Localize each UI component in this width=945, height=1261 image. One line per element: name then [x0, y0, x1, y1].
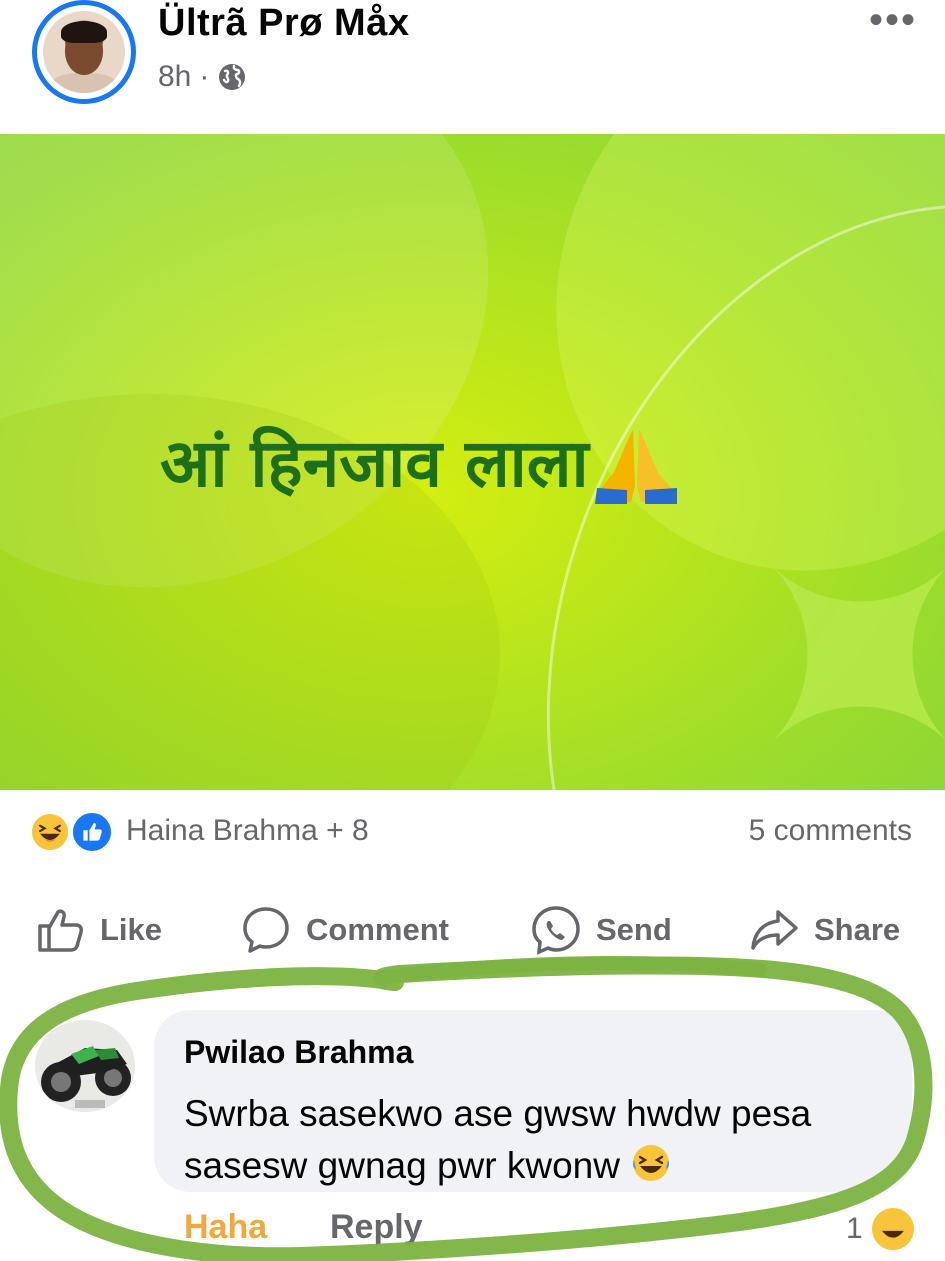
comment-button[interactable]: Comment [240, 904, 449, 956]
post-header: Ültrã Prø Måx 8h · ••• [0, 0, 945, 134]
comment-bubble[interactable]: Pwilao Brahma Swrba sasekwo ase gwsw hwd… [154, 1010, 912, 1192]
comment-item: Pwilao Brahma Swrba sasekwo ase gwsw hwd… [0, 1000, 945, 1261]
share-button[interactable]: Share [748, 904, 900, 956]
more-options-icon[interactable]: ••• [869, 0, 917, 40]
motorcycle-photo [35, 1020, 135, 1112]
globe-icon [219, 64, 246, 90]
post-actions: Like Comment Send Share [0, 890, 945, 974]
haha-reaction-link[interactable]: Haha [184, 1208, 267, 1247]
meta-separator: · [199, 60, 210, 93]
reaction-bar: Haina Brahma + 8 5 comments [0, 790, 945, 874]
commenter-name[interactable]: Pwilao Brahma [184, 1034, 413, 1071]
post-meta: 8h · [158, 60, 247, 94]
banner-text: आं हिनजाव लाला [160, 416, 681, 506]
comment-label: Comment [306, 912, 449, 947]
commenter-avatar[interactable] [35, 1020, 135, 1112]
comment-reaction-count: 1 [846, 1212, 863, 1245]
author-name[interactable]: Ültrã Prø Måx [158, 2, 409, 45]
share-label: Share [814, 912, 901, 947]
author-avatar[interactable] [32, 0, 136, 104]
send-label: Send [596, 912, 672, 947]
like-label: Like [100, 912, 163, 947]
comment-text: Swrba sasekwo ase gwsw hwdw pesa sasesw … [184, 1088, 884, 1192]
avatar-photo [43, 11, 125, 93]
comment-haha-icon[interactable] [870, 1206, 916, 1252]
comments-count[interactable]: 5 comments [749, 814, 912, 848]
send-button[interactable]: Send [530, 904, 672, 956]
banner-caption: आं हिनजाव लाला [160, 425, 589, 502]
laugh-emoji-icon [633, 1145, 670, 1181]
comment-body: Swrba sasekwo ase gwsw hwdw pesa sasesw … [184, 1093, 812, 1186]
reaction-icons[interactable] [30, 810, 120, 854]
post-time[interactable]: 8h [158, 60, 191, 94]
star-decoration [770, 564, 945, 744]
pray-icon [594, 430, 677, 504]
like-button[interactable]: Like [34, 904, 162, 956]
comment-icon [243, 907, 289, 953]
reply-link[interactable]: Reply [330, 1208, 423, 1247]
share-icon [751, 910, 798, 950]
like-reaction-icon [70, 810, 114, 854]
messenger-icon [532, 906, 580, 955]
reactors-summary[interactable]: Haina Brahma + 8 [126, 814, 369, 848]
post-banner[interactable]: आं हिनजाव लाला [0, 134, 945, 790]
like-icon [38, 909, 83, 952]
haha-reaction-icon [30, 812, 70, 852]
